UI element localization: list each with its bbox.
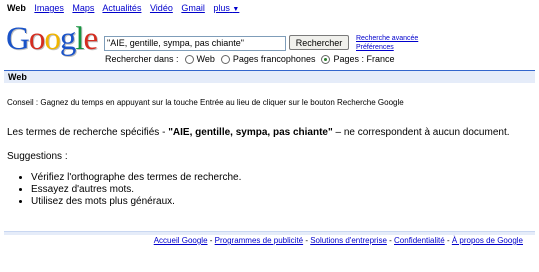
list-item: Utilisez des mots plus généraux. — [31, 196, 241, 208]
advanced-search-link[interactable]: Recherche avancée — [356, 35, 418, 42]
logo-letter: G — [6, 21, 30, 57]
nav-images[interactable]: Images — [34, 3, 64, 13]
list-item: Essayez d'autres mots. — [31, 184, 241, 196]
footer-link-privacy[interactable]: Confidentialité — [394, 236, 445, 245]
logo-letter: o — [44, 21, 60, 57]
logo-letter: l — [75, 21, 84, 57]
nav-more-label: plus — [213, 3, 230, 13]
suggestions-list: Vérifiez l'orthographe des termes de rec… — [19, 172, 241, 208]
nav-more[interactable]: plus ▼ — [213, 3, 239, 13]
nav-maps[interactable]: Maps — [72, 3, 94, 13]
footer-separator: - — [207, 236, 215, 245]
logo-letter: g — [59, 21, 76, 57]
nav-actualites[interactable]: Actualités — [102, 3, 141, 13]
no-results-prefix: Les termes de recherche spécifiés - — [7, 127, 169, 138]
no-results-query: "AIE, gentille, sympa, pas chiante" — [168, 127, 333, 138]
top-navigation: Web Images Maps Actualités Vidéo Gmail p… — [7, 3, 245, 13]
logo-letter: o — [28, 21, 45, 57]
search-scope: Rechercher dans : Web Pages francophones… — [105, 54, 394, 64]
advanced-links: Recherche avancée Préférences — [356, 34, 418, 52]
scope-label: Rechercher dans : — [105, 54, 179, 64]
footer-link-business[interactable]: Solutions d'entreprise — [310, 236, 387, 245]
scope-option-web[interactable]: Web — [197, 54, 215, 64]
tip-text: Conseil : Gagnez du temps en appuyant su… — [7, 98, 404, 107]
footer-separator: - — [386, 236, 395, 245]
search-input[interactable] — [104, 36, 286, 51]
scope-radio-france[interactable] — [321, 54, 331, 64]
results-header-bar: Web — [4, 70, 535, 83]
scope-option-france[interactable]: Pages : France — [333, 54, 394, 64]
preferences-link[interactable]: Préférences — [356, 44, 394, 51]
footer-separator: - — [444, 236, 452, 245]
nav-video[interactable]: Vidéo — [150, 3, 173, 13]
nav-gmail[interactable]: Gmail — [181, 3, 205, 13]
footer-link-home[interactable]: Accueil Google — [154, 236, 208, 245]
footer-divider — [4, 231, 535, 235]
list-item: Vérifiez l'orthographe des termes de rec… — [31, 172, 241, 184]
footer-link-ads[interactable]: Programmes de publicité — [215, 236, 303, 245]
scope-radio-web[interactable] — [184, 54, 194, 64]
chevron-down-icon: ▼ — [232, 6, 240, 13]
no-results-message: Les termes de recherche spécifiés - "AIE… — [7, 127, 510, 138]
nav-web[interactable]: Web — [7, 3, 26, 13]
suggestions-title: Suggestions : — [7, 151, 68, 162]
results-header-label: Web — [8, 72, 27, 82]
search-button[interactable]: Rechercher — [289, 35, 349, 50]
footer-link-about[interactable]: À propos de Google — [452, 236, 523, 245]
no-results-suffix: – ne correspondent à aucun document. — [332, 127, 510, 138]
logo-letter: e — [83, 21, 99, 57]
footer-links: Accueil Google - Programmes de publicité… — [154, 236, 523, 245]
scope-radio-francophones[interactable] — [220, 54, 230, 64]
scope-option-francophones[interactable]: Pages francophones — [233, 54, 316, 64]
google-logo[interactable]: Google — [6, 21, 99, 57]
